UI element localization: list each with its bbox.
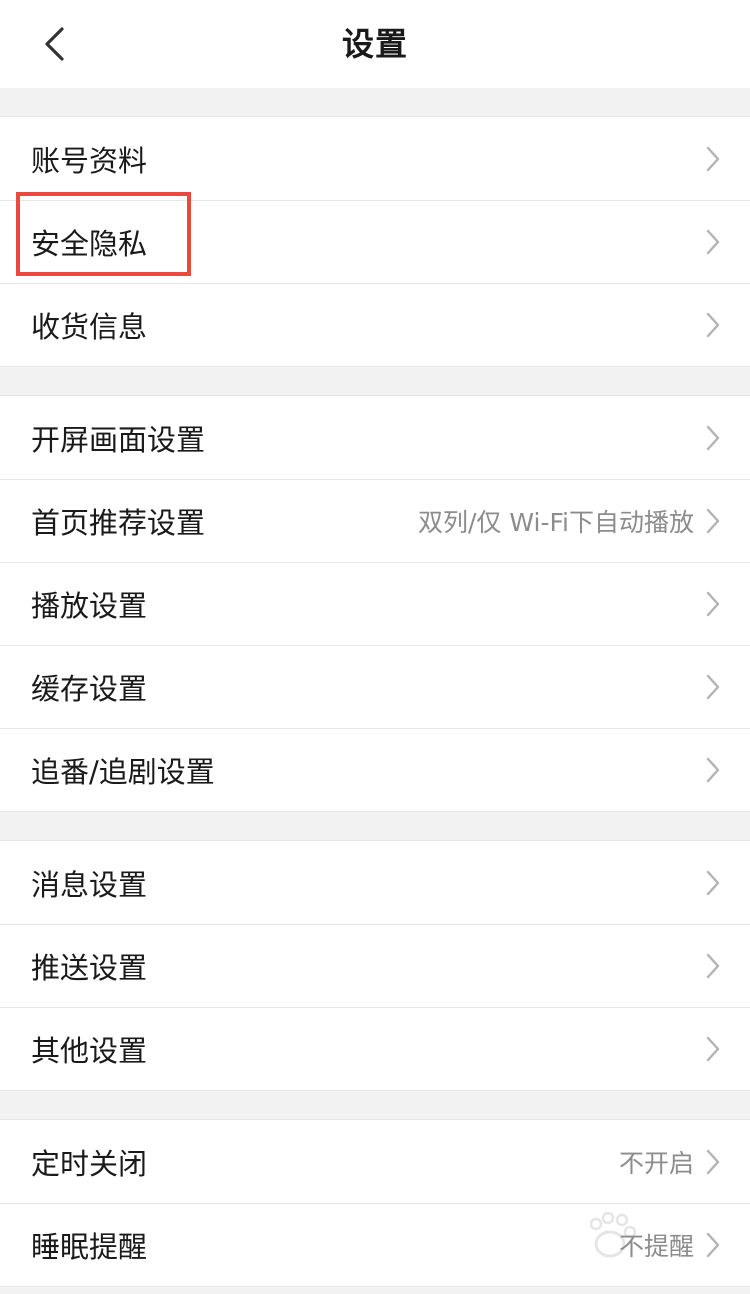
settings-item-label: 消息设置	[31, 867, 148, 902]
section-gap	[0, 88, 750, 116]
settings-item-home-recommend[interactable]: 首页推荐设置 双列/仅 Wi-Fi下自动播放	[0, 479, 750, 562]
settings-item-label: 睡眠提醒	[31, 1230, 148, 1264]
settings-item-security-privacy[interactable]: 安全隐私	[0, 200, 750, 283]
chevron-right-icon	[704, 951, 722, 981]
settings-item-label: 其他设置	[31, 1034, 148, 1068]
settings-item-value: 双列/仅 Wi-Fi下自动播放	[417, 508, 694, 537]
section-gap	[0, 812, 750, 840]
chevron-right-icon	[704, 1034, 722, 1064]
settings-item-value: 不提醒	[618, 1232, 694, 1261]
settings-item-label: 推送设置	[31, 951, 148, 985]
settings-item-label: 账号资料	[31, 143, 148, 178]
settings-item-label: 缓存设置	[31, 672, 148, 706]
chevron-right-icon	[704, 1230, 722, 1260]
chevron-right-icon	[704, 144, 722, 174]
page-title: 设置	[341, 25, 408, 63]
settings-item-splash-screen[interactable]: 开屏画面设置	[0, 396, 750, 479]
settings-item-label: 首页推荐设置	[31, 506, 206, 540]
settings-item-label: 安全隐私	[31, 227, 148, 261]
settings-item-label: 收货信息	[31, 310, 148, 344]
settings-item-sleep-timer[interactable]: 定时关闭 不开启	[0, 1120, 750, 1203]
settings-item-sleep-reminder[interactable]: 睡眠提醒 不提醒	[0, 1203, 750, 1286]
settings-item-label: 开屏画面设置	[31, 422, 206, 457]
chevron-right-icon	[704, 672, 722, 702]
chevron-right-icon	[704, 868, 722, 898]
chevron-right-icon	[704, 310, 722, 340]
top-nav-bar: 设置	[0, 0, 750, 88]
chevron-right-icon	[704, 506, 722, 536]
settings-item-follow-series[interactable]: 追番/追剧设置	[0, 728, 750, 811]
settings-item-messages[interactable]: 消息设置	[0, 841, 750, 924]
section-gap	[0, 367, 750, 395]
chevron-right-icon	[704, 1147, 722, 1177]
settings-item-cache[interactable]: 缓存设置	[0, 645, 750, 728]
chevron-right-icon	[704, 755, 722, 785]
settings-item-label: 播放设置	[31, 589, 148, 623]
chevron-right-icon	[704, 589, 722, 619]
settings-group-notifications: 消息设置 推送设置 其他设置	[0, 840, 750, 1091]
settings-item-label: 定时关闭	[31, 1146, 148, 1181]
settings-group-timer: 定时关闭 不开启 睡眠提醒 不提醒	[0, 1119, 750, 1287]
settings-item-value: 不开启	[618, 1148, 694, 1178]
settings-item-label: 追番/追剧设置	[31, 755, 215, 789]
settings-item-account-info[interactable]: 账号资料	[0, 117, 750, 200]
settings-group-account: 账号资料 安全隐私 收货信息	[0, 116, 750, 367]
section-gap	[0, 1091, 750, 1119]
chevron-right-icon	[704, 227, 722, 257]
settings-item-playback[interactable]: 播放设置	[0, 562, 750, 645]
settings-item-other[interactable]: 其他设置	[0, 1007, 750, 1090]
chevron-right-icon	[704, 423, 722, 453]
settings-item-shipping-info[interactable]: 收货信息	[0, 283, 750, 366]
settings-item-push[interactable]: 推送设置	[0, 924, 750, 1007]
settings-group-display: 开屏画面设置 首页推荐设置 双列/仅 Wi-Fi下自动播放 播放设置 缓存设置 …	[0, 395, 750, 812]
